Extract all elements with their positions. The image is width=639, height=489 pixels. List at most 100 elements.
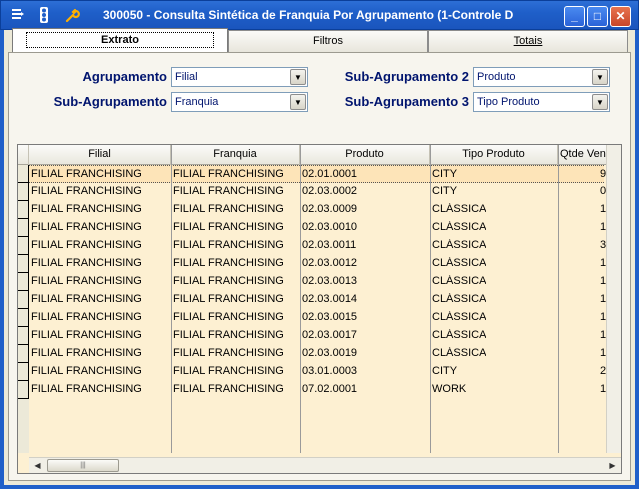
column-divider xyxy=(171,145,172,453)
table-cell: CLÁSSICA xyxy=(432,347,487,359)
table-cell: FILIAL FRANCHISING xyxy=(31,168,142,180)
table-cell: CLÁSSICA xyxy=(432,293,487,305)
table-cell: FILIAL FRANCHISING xyxy=(173,203,284,215)
table-row[interactable]: FILIAL FRANCHISING FILIAL FRANCHISING 03.0… xyxy=(29,363,606,381)
header-indicator xyxy=(18,145,29,165)
table-cell: 02.03.0009 xyxy=(302,203,358,215)
row-indicator[interactable] xyxy=(18,291,29,309)
minimize-button[interactable]: _ xyxy=(564,6,585,27)
tab-totais[interactable]: Totais xyxy=(428,30,628,52)
scroll-left-icon[interactable]: ◀ xyxy=(30,458,45,473)
row-indicator[interactable] xyxy=(18,255,29,273)
sub-agrupamento-select[interactable]: Franquia ▼ xyxy=(171,92,308,112)
table-row[interactable]: FILIAL FRANCHISING FILIAL FRANCHISING 02.0… xyxy=(29,291,606,309)
chevron-down-icon[interactable]: ▼ xyxy=(290,94,306,110)
menu-icon[interactable] xyxy=(9,7,27,25)
table-cell: FILIAL FRANCHISING xyxy=(31,311,142,323)
tab-filtros-label: Filtros xyxy=(313,35,343,47)
table-row[interactable]: FILIAL FRANCHISING FILIAL FRANCHISING 02.0… xyxy=(29,201,606,219)
column-header-filial[interactable]: Filial xyxy=(29,145,171,165)
vertical-scrollbar[interactable] xyxy=(606,145,621,453)
close-icon: ✕ xyxy=(615,9,626,23)
chevron-down-icon[interactable]: ▼ xyxy=(592,94,608,110)
column-header-qtde-vend[interactable]: Qtde Vend xyxy=(558,145,607,165)
table-cell: 02.03.0010 xyxy=(302,221,358,233)
table-row[interactable]: FILIAL FRANCHISING FILIAL FRANCHISING 02.0… xyxy=(29,165,606,183)
table-row[interactable]: FILIAL FRANCHISING FILIAL FRANCHISING 02.0… xyxy=(29,309,606,327)
table-row[interactable]: FILIAL FRANCHISING FILIAL FRANCHISING 02.0… xyxy=(29,237,606,255)
sub-agrupamento-label: Sub-Agrupamento xyxy=(53,94,167,109)
table-cell: CLÁSSICA xyxy=(432,257,487,269)
row-indicator[interactable] xyxy=(18,381,29,399)
sub-agrupamento-2-value: Produto xyxy=(477,71,516,83)
wrench-icon[interactable] xyxy=(63,7,81,25)
row-indicator[interactable] xyxy=(18,273,29,291)
row-indicator[interactable] xyxy=(18,219,29,237)
table-cell: 02.03.0002 xyxy=(302,185,358,197)
table-row[interactable]: FILIAL FRANCHISING FILIAL FRANCHISING 02.0… xyxy=(29,255,606,273)
row-indicator[interactable] xyxy=(18,165,29,183)
table-cell: CLÁSSICA xyxy=(432,239,487,251)
table-row[interactable]: FILIAL FRANCHISING FILIAL FRANCHISING 02.0… xyxy=(29,345,606,363)
agrupamento-value: Filial xyxy=(175,71,198,83)
tab-totais-label: Totais xyxy=(513,35,543,47)
table-cell: 02.03.0015 xyxy=(302,311,358,323)
row-indicator[interactable] xyxy=(18,237,29,255)
table-row[interactable]: FILIAL FRANCHISING FILIAL FRANCHISING 02.0… xyxy=(29,273,606,291)
table-cell: 07.02.0001 xyxy=(302,383,358,395)
table-cell: FILIAL FRANCHISING xyxy=(173,168,284,180)
row-indicator[interactable] xyxy=(18,201,29,219)
tab-filtros[interactable]: Filtros xyxy=(228,30,428,52)
agrupamento-select[interactable]: Filial ▼ xyxy=(171,67,308,87)
table-cell: CITY xyxy=(432,365,458,377)
table-cell: FILIAL FRANCHISING xyxy=(31,293,142,305)
table-cell: FILIAL FRANCHISING xyxy=(31,347,142,359)
sub-agrupamento-3-select[interactable]: Tipo Produto ▼ xyxy=(473,92,610,112)
table-cell: CLÁSSICA xyxy=(432,329,487,341)
row-indicator[interactable] xyxy=(18,363,29,381)
window-title: 300050 - Consulta Sintética de Franquia … xyxy=(103,8,514,22)
table-row[interactable]: FILIAL FRANCHISING FILIAL FRANCHISING 02.0… xyxy=(29,327,606,345)
data-grid[interactable]: Filial Franquia Produto Tipo Produto Qtd… xyxy=(17,144,622,474)
chevron-down-icon[interactable]: ▼ xyxy=(290,69,306,85)
maximize-icon: □ xyxy=(593,9,602,23)
close-button[interactable]: ✕ xyxy=(610,6,631,27)
table-cell: FILIAL FRANCHISING xyxy=(173,365,284,377)
column-header-produto[interactable]: Produto xyxy=(300,145,430,165)
table-cell: FILIAL FRANCHISING xyxy=(173,347,284,359)
table-cell: FILIAL FRANCHISING xyxy=(31,329,142,341)
table-row[interactable]: FILIAL FRANCHISING FILIAL FRANCHISING 02.0… xyxy=(29,183,606,201)
tab-extrato[interactable]: Extrato xyxy=(12,28,228,52)
traffic-light-icon[interactable] xyxy=(35,7,53,25)
table-row[interactable]: FILIAL FRANCHISING FILIAL FRANCHISING 02.0… xyxy=(29,219,606,237)
scroll-thumb[interactable]: ||| xyxy=(47,459,119,472)
table-row[interactable]: FILIAL FRANCHISING FILIAL FRANCHISING 07.0… xyxy=(29,381,606,399)
column-header-tipo-produto[interactable]: Tipo Produto xyxy=(430,145,558,165)
horizontal-scrollbar[interactable]: ◀ ||| ▶ xyxy=(29,457,621,473)
column-divider xyxy=(300,145,301,453)
agrupamento-label: Agrupamento xyxy=(82,69,168,84)
row-indicator[interactable] xyxy=(18,309,29,327)
table-cell: FILIAL FRANCHISING xyxy=(173,329,284,341)
extrato-panel: Agrupamento Filial ▼ Sub-Agrupamento Fra… xyxy=(8,52,631,481)
sub-agrupamento-3-value: Tipo Produto xyxy=(477,96,540,108)
window-body: Extrato Filtros Totais Agrupamento Filia… xyxy=(0,28,639,489)
sub-agrupamento-2-select[interactable]: Produto ▼ xyxy=(473,67,610,87)
row-indicator[interactable] xyxy=(18,345,29,363)
maximize-button[interactable]: □ xyxy=(587,6,608,27)
scroll-right-icon[interactable]: ▶ xyxy=(605,458,620,473)
table-cell: 02.03.0019 xyxy=(302,347,358,359)
table-cell: FILIAL FRANCHISING xyxy=(31,185,142,197)
column-header-franquia[interactable]: Franquia xyxy=(171,145,300,165)
chevron-down-icon[interactable]: ▼ xyxy=(592,69,608,85)
table-cell: FILIAL FRANCHISING xyxy=(31,239,142,251)
row-indicator[interactable] xyxy=(18,327,29,345)
column-divider xyxy=(558,145,559,453)
table-cell: FILIAL FRANCHISING xyxy=(173,221,284,233)
table-cell: 02.03.0017 xyxy=(302,329,358,341)
row-indicator[interactable] xyxy=(18,183,29,201)
table-cell: CITY xyxy=(432,185,458,197)
table-cell: FILIAL FRANCHISING xyxy=(173,293,284,305)
table-cell: FILIAL FRANCHISING xyxy=(31,221,142,233)
table-cell: FILIAL FRANCHISING xyxy=(31,257,142,269)
